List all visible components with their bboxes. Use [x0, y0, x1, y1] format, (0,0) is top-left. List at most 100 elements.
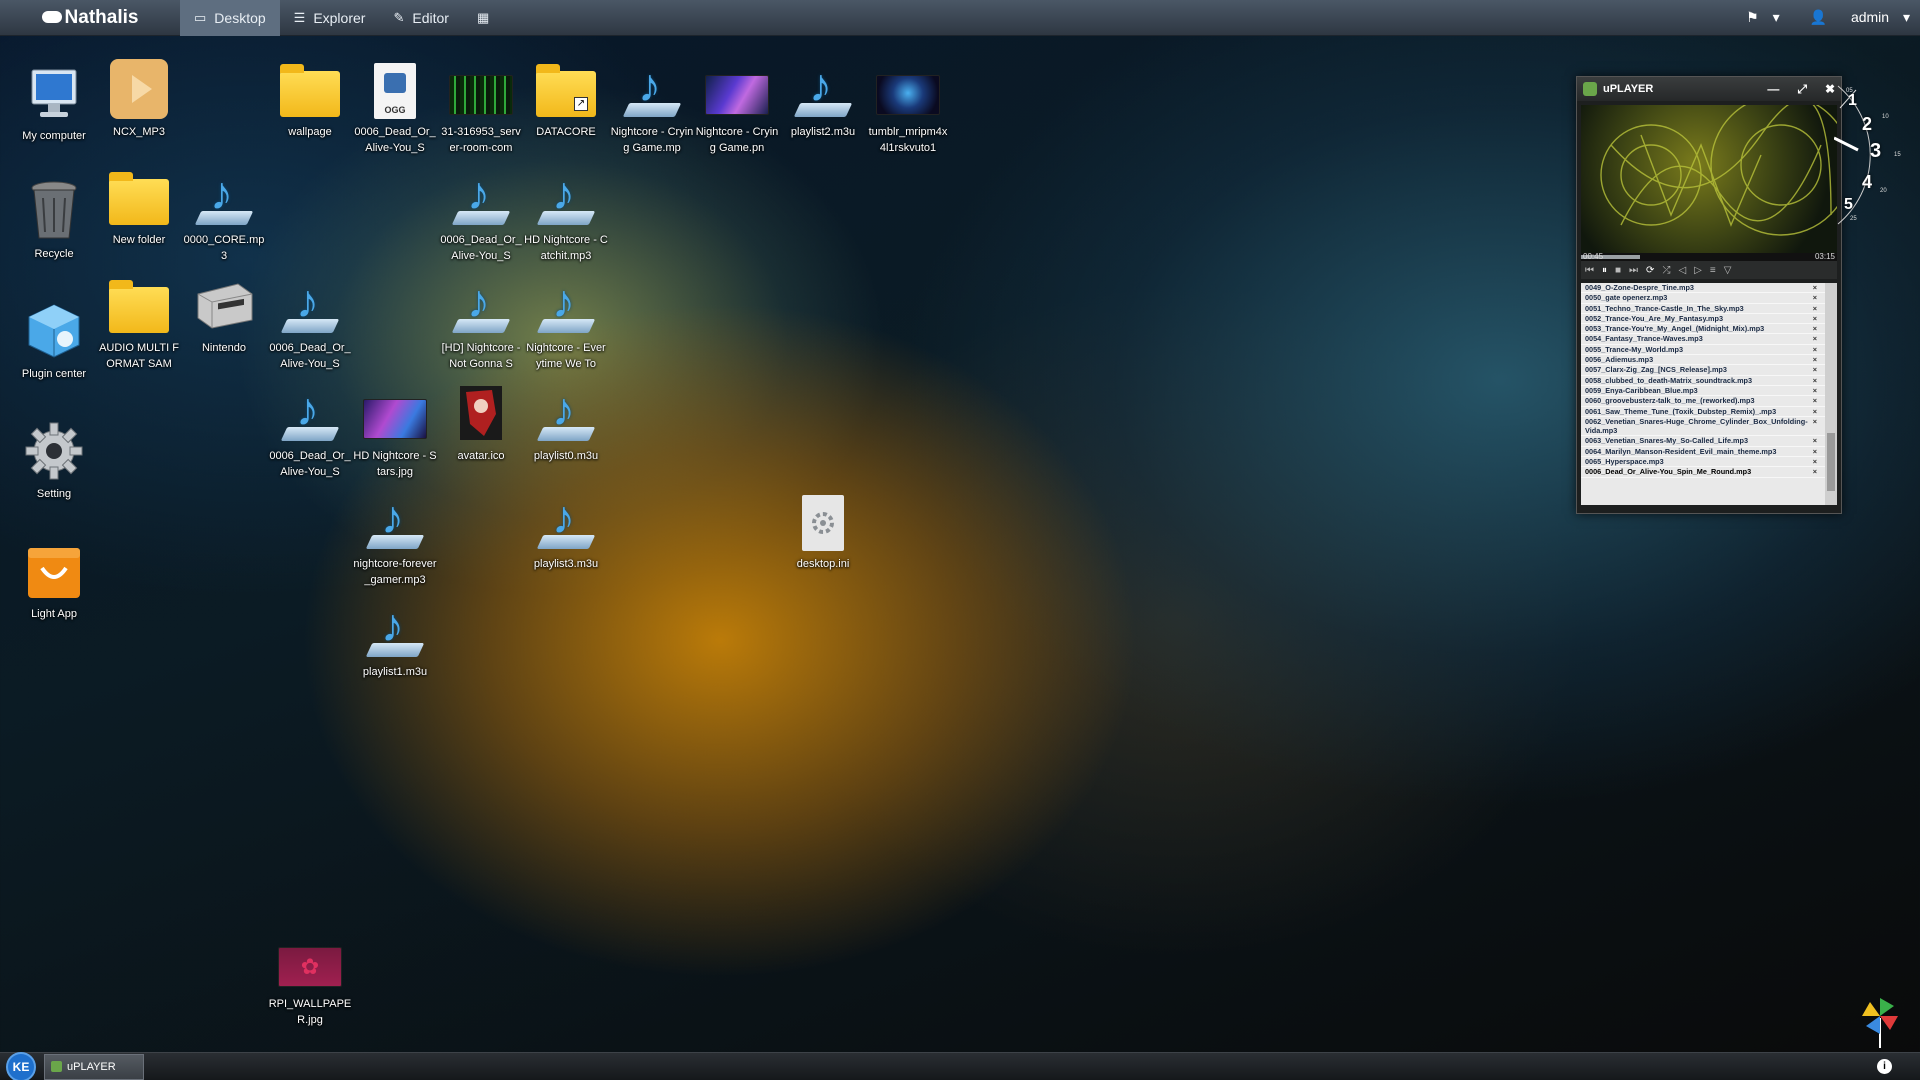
desktop-icon-tumblr[interactable]: tumblr_mripm4x4l1rskvuto1 [866, 56, 950, 156]
desktop-icon-core-mp3[interactable]: ♪ 0000_CORE.mp3 [182, 164, 266, 264]
playlist-item[interactable]: 0049_O-Zone-Despre_Tine.mp3 × [1581, 283, 1837, 294]
desktop-icon-new-folder[interactable]: New folder [97, 164, 181, 248]
desktop-icon-avatar[interactable]: avatar.ico [439, 380, 523, 464]
raspberry-icon: ✿ [278, 947, 342, 987]
playlist-item[interactable]: 0060_groovebusterz-talk_to_me_(reworked)… [1581, 396, 1837, 407]
desktop-icon-dead-or-alive-1[interactable]: ♪ 0006_Dead_Or_Alive-You_S [268, 272, 352, 372]
playlist-item[interactable]: 0057_Clarx-Zig_Zag_[NCS_Release].mp3 × [1581, 365, 1837, 376]
equalizer-icon[interactable]: ≡ [1710, 265, 1716, 276]
desktop-icon-recycle[interactable]: Recycle [12, 178, 96, 262]
playlist-item[interactable]: 0064_Marilyn_Manson-Resident_Evil_main_t… [1581, 447, 1837, 458]
info-icon[interactable]: i [1877, 1059, 1892, 1074]
desktop-icon-plugin-center[interactable]: Plugin center [12, 298, 96, 382]
desktop-icon-datacore[interactable]: ↗ DATACORE [524, 56, 608, 140]
remove-track-icon[interactable]: × [1813, 447, 1817, 456]
playlist-toggle-icon[interactable]: ▽ [1724, 265, 1732, 276]
remove-track-icon[interactable]: × [1813, 304, 1817, 313]
seek-bar[interactable]: 00:45 03:15 [1581, 252, 1837, 261]
desktop-icon-crying-game-png[interactable]: Nightcore - Crying Game.pn [695, 56, 779, 156]
brand-logo[interactable]: Nathalis [0, 0, 180, 36]
remove-track-icon[interactable]: × [1813, 376, 1817, 385]
playlist-item[interactable]: 0006_Dead_Or_Alive-You_Spin_Me_Round.mp3… [1581, 467, 1837, 478]
desktop-icon-server-room[interactable]: 31-316953_server-room-com [439, 56, 523, 156]
playlist-item[interactable]: 0055_Trance-My_World.mp3 × [1581, 345, 1837, 356]
pinwheel-icon[interactable] [1860, 996, 1900, 1048]
playlist-item[interactable]: 0054_Fantasy_Trance-Waves.mp3 × [1581, 334, 1837, 345]
desktop-icon-playlist2[interactable]: ♪ playlist2.m3u [781, 56, 865, 140]
volume-up-icon[interactable]: ▷ [1694, 265, 1702, 276]
playlist-item[interactable]: 0050_gate openerz.mp3 × [1581, 293, 1837, 304]
user-menu[interactable]: 👤 admin ▾ [1790, 9, 1920, 26]
next-icon[interactable]: ⏭ [1629, 265, 1638, 276]
minimize-icon[interactable]: — [1767, 82, 1779, 97]
desktop-icon-setting[interactable]: Setting [12, 418, 96, 502]
repeat-icon[interactable]: ⟳ [1646, 265, 1654, 276]
desktop-icon-audio-multi-format[interactable]: AUDIO MULTI FORMAT SAM [97, 272, 181, 372]
remove-track-icon[interactable]: × [1813, 467, 1817, 476]
gear-icon [25, 422, 83, 480]
desktop-icon-ncx-mp3[interactable]: NCX_MP3 [97, 56, 181, 140]
previous-icon[interactable]: ⏮ [1585, 265, 1594, 276]
shuffle-icon[interactable]: ⤮ [1662, 265, 1670, 276]
remove-track-icon[interactable]: × [1813, 314, 1817, 323]
taskbar-item-uplayer[interactable]: uPLAYER [44, 1053, 144, 1080]
playlist-item[interactable]: 0051_Techno_Trance-Castle_In_The_Sky.mp3… [1581, 304, 1837, 314]
volume-down-icon[interactable]: ◁ [1678, 265, 1686, 276]
stop-icon[interactable]: ■ [1615, 265, 1621, 276]
desktop-icon-hd-nightcore-stars[interactable]: HD Nightcore - Stars.jpg [353, 380, 437, 480]
remove-track-icon[interactable]: × [1813, 396, 1817, 405]
playlist-item[interactable]: 0053_Trance-You're_My_Angel_(Midnight_Mi… [1581, 324, 1837, 335]
tab-desktop[interactable]: ▭ Desktop [180, 0, 280, 36]
desktop-icon-my-computer[interactable]: My computer [12, 60, 96, 144]
playlist-item[interactable]: 0062_Venetian_Snares-Huge_Chrome_Cylinde… [1581, 417, 1837, 437]
tab-explorer[interactable]: ☰ Explorer [280, 0, 380, 36]
tab-editor[interactable]: ✎ Editor [379, 0, 462, 36]
playlist-item[interactable]: 0063_Venetian_Snares-My_So-Called_Life.m… [1581, 436, 1837, 447]
player-controls: ⏮ ⏸ ■ ⏭ ⟳ ⤮ ◁ ▷ ≡ ▽ [1581, 261, 1837, 279]
desktop-icon-nightcore-gamer[interactable]: ♪ nightcore-forever_gamer.mp3 [353, 488, 437, 588]
tab-apps[interactable]: ▦ [463, 0, 511, 36]
playlist-item[interactable]: 0056_Adiemus.mp3 × [1581, 355, 1837, 366]
remove-track-icon[interactable]: × [1813, 334, 1817, 343]
pause-icon[interactable]: ⏸ [1602, 265, 1607, 276]
remove-track-icon[interactable]: × [1813, 345, 1817, 354]
desktop-icon-rpi-wallpaper[interactable]: ✿ RPI_WALLPAPER.jpg [268, 928, 352, 1028]
remove-track-icon[interactable]: × [1813, 324, 1817, 333]
playlist-item[interactable]: 0061_Saw_Theme_Tune_(Toxik_Dubstep_Remix… [1581, 407, 1837, 417]
desktop-icon-catchit[interactable]: ♪ HD Nightcore - Catchit.mp3 [524, 164, 608, 264]
maximize-icon[interactable]: ⤢ [1797, 82, 1807, 97]
desktop-icon-ogg-file[interactable]: OGG 0006_Dead_Or_Alive-You_S [353, 56, 437, 156]
desktop-icon-playlist1[interactable]: ♪ playlist1.m3u [353, 596, 437, 680]
remove-track-icon[interactable]: × [1813, 293, 1817, 302]
window-title: uPLAYER [1603, 83, 1654, 95]
remove-track-icon[interactable]: × [1813, 417, 1817, 426]
desktop-icon-wallpage[interactable]: wallpage [268, 56, 352, 140]
playlist-scrollbar[interactable] [1825, 283, 1837, 505]
remove-track-icon[interactable]: × [1813, 457, 1817, 466]
start-button[interactable]: KE [6, 1051, 36, 1080]
remove-track-icon[interactable]: × [1813, 407, 1817, 416]
desktop-icon-light-app[interactable]: Light App [12, 538, 96, 622]
playlist-item[interactable]: 0052_Trance-You_Are_My_Fantasy.mp3 × [1581, 314, 1837, 325]
uplayer-window[interactable]: uPLAYER — ⤢ ✖ 00:45 03:15 ⏮ ⏸ ■ ⏭ ⟳ ⤮ ◁ … [1576, 76, 1842, 514]
desktop-icon-everytime[interactable]: ♪ Nightcore - Everytime We To [524, 272, 608, 372]
playlist-item[interactable]: 0065_Hyperspace.mp3 × [1581, 457, 1837, 468]
desktop-icon-dead-or-alive-4[interactable]: ♪ 0006_Dead_Or_Alive-You_S [439, 164, 523, 264]
remove-track-icon[interactable]: × [1813, 283, 1817, 292]
desktop-icon-not-gonna[interactable]: ♪ [HD] Nightcore - Not Gonna S [439, 272, 523, 372]
desktop-icon-dead-or-alive-2[interactable]: ♪ 0006_Dead_Or_Alive-You_S [268, 380, 352, 480]
window-titlebar[interactable]: uPLAYER — ⤢ ✖ [1577, 77, 1841, 101]
desktop-icon-desktop-ini[interactable]: desktop.ini [781, 488, 865, 572]
remove-track-icon[interactable]: × [1813, 365, 1817, 374]
remove-track-icon[interactable]: × [1813, 436, 1817, 445]
playlist-item[interactable]: 0059_Enya-Caribbean_Blue.mp3 × [1581, 386, 1837, 397]
desktop-icon-crying-game-mp[interactable]: ♪ Nightcore - Crying Game.mp [610, 56, 694, 156]
language-flag-dropdown[interactable]: ⚑ ▾ [1726, 9, 1789, 26]
desktop-icon-playlist0[interactable]: ♪ playlist0.m3u [524, 380, 608, 464]
playlist-item[interactable]: 0058_clubbed_to_death-Matrix_soundtrack.… [1581, 376, 1837, 386]
desktop-icon-nintendo[interactable]: Nintendo [182, 272, 266, 356]
desktop-icon-playlist3[interactable]: ♪ playlist3.m3u [524, 488, 608, 572]
remove-track-icon[interactable]: × [1813, 355, 1817, 364]
remove-track-icon[interactable]: × [1813, 386, 1817, 395]
scrollbar-thumb[interactable] [1827, 433, 1835, 491]
